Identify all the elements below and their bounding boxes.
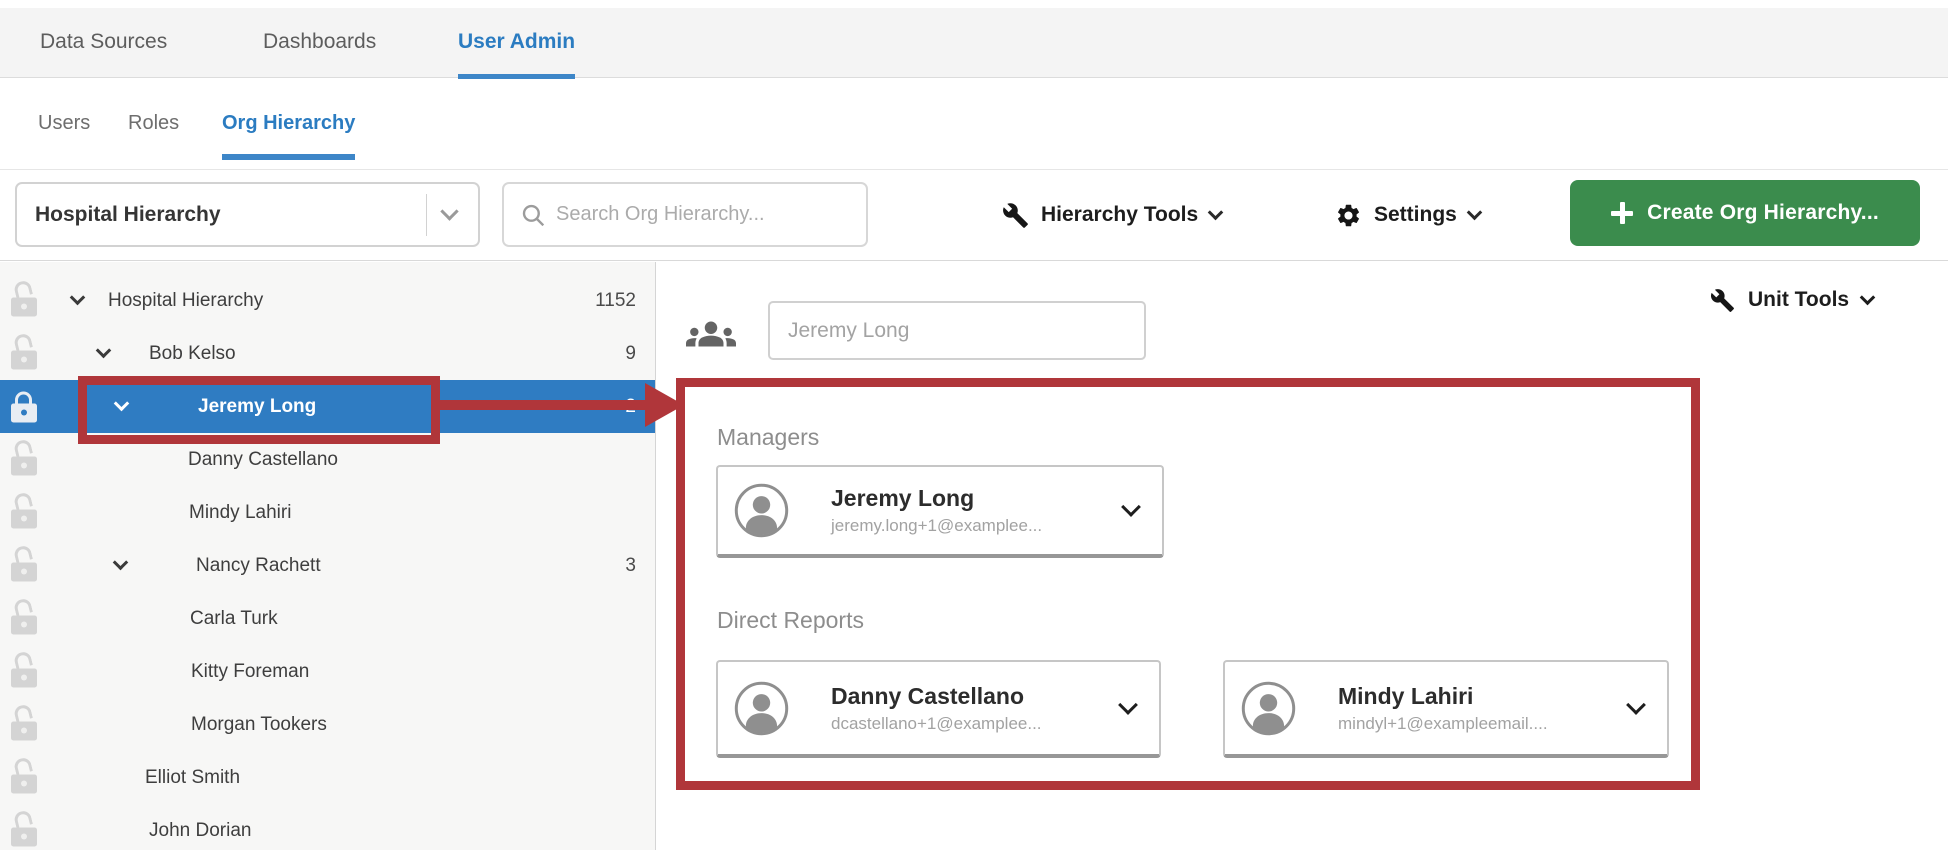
tree-row-label: Morgan Tookers — [191, 714, 327, 736]
lock-icon[interactable] — [11, 285, 38, 316]
person-info: Mindy Lahiri mindyl+1@exampleemail.... — [1338, 683, 1629, 734]
direct-report-card[interactable]: Danny Castellano dcastellano+1@examplee.… — [716, 660, 1161, 758]
tab-org-hierarchy[interactable]: Org Hierarchy — [222, 112, 355, 138]
hierarchy-select-value: Hospital Hierarchy — [35, 203, 426, 227]
tab-user-admin[interactable]: User Admin — [458, 30, 575, 56]
tree-row[interactable]: Kitty Foreman — [0, 645, 655, 698]
org-hierarchy-search — [502, 182, 868, 247]
tree-row-label: Mindy Lahiri — [189, 502, 291, 524]
search-icon — [520, 202, 546, 228]
tree-row-count: 3 — [625, 555, 636, 577]
tab-roles[interactable]: Roles — [128, 112, 179, 138]
lock-icon[interactable] — [11, 550, 38, 581]
lock-icon[interactable] — [11, 444, 38, 475]
hierarchy-select[interactable]: Hospital Hierarchy — [15, 182, 480, 247]
tree-row-count: 2 — [625, 396, 636, 418]
lock-icon[interactable] — [11, 391, 38, 422]
avatar-icon — [734, 681, 789, 736]
plus-icon — [1611, 202, 1633, 224]
tab-users[interactable]: Users — [38, 112, 90, 138]
org-hierarchy-admin-screen: Data Sources Dashboards User Admin Users… — [0, 0, 1948, 850]
lock-icon[interactable] — [11, 497, 38, 528]
tree-row[interactable]: Mindy Lahiri — [0, 486, 655, 539]
tree-row[interactable]: Morgan Tookers — [0, 698, 655, 751]
avatar-icon — [1241, 681, 1296, 736]
chevron-down-icon[interactable] — [113, 554, 129, 570]
tree-row-count: 1152 — [595, 290, 636, 312]
create-org-hierarchy-label: Create Org Hierarchy... — [1647, 201, 1879, 225]
person-email: mindyl+1@exampleemail.... — [1338, 714, 1629, 734]
chevron-down-icon[interactable] — [96, 342, 112, 358]
select-divider — [426, 194, 427, 236]
tree-row[interactable]: Hospital Hierarchy 1152 — [0, 274, 655, 327]
unit-tools-label: Unit Tools — [1748, 288, 1849, 312]
lock-icon[interactable] — [11, 656, 38, 687]
chevron-down-icon[interactable] — [1118, 695, 1138, 715]
search-input[interactable] — [556, 203, 856, 226]
wrench-icon — [1710, 288, 1735, 313]
people-group-icon — [686, 309, 736, 359]
tree-row-label: Hospital Hierarchy — [108, 290, 263, 312]
create-org-hierarchy-button[interactable]: Create Org Hierarchy... — [1570, 180, 1920, 246]
tree-row[interactable]: Elliot Smith — [0, 751, 655, 804]
person-email: dcastellano+1@examplee... — [831, 714, 1121, 734]
avatar-icon — [734, 483, 789, 538]
tree-row[interactable]: Bob Kelso 9 — [0, 327, 655, 380]
tree-row-label: Danny Castellano — [188, 449, 338, 471]
lock-icon[interactable] — [11, 338, 38, 369]
tree-row[interactable]: Carla Turk — [0, 592, 655, 645]
person-name: Danny Castellano — [831, 683, 1121, 710]
gear-icon — [1335, 202, 1362, 229]
person-email: jeremy.long+1@examplee... — [831, 516, 1124, 536]
chevron-down-icon[interactable] — [70, 289, 86, 305]
direct-report-card[interactable]: Mindy Lahiri mindyl+1@exampleemail.... — [1223, 660, 1669, 758]
tree-row-label: Elliot Smith — [145, 767, 240, 789]
app-nav-bar: Data Sources Dashboards User Admin — [0, 8, 1948, 78]
chevron-down-icon[interactable] — [1626, 695, 1646, 715]
chevron-down-icon — [1860, 290, 1876, 306]
tree-row[interactable]: Nancy Rachett 3 — [0, 539, 655, 592]
direct-reports-heading: Direct Reports — [717, 607, 864, 634]
person-name: Mindy Lahiri — [1338, 683, 1629, 710]
tree-row-label: Kitty Foreman — [191, 661, 309, 683]
tree-row[interactable]: Danny Castellano — [0, 433, 655, 486]
tree-row-label: Jeremy Long — [198, 396, 316, 418]
lock-icon[interactable] — [11, 815, 38, 846]
settings-menu[interactable]: Settings — [1335, 198, 1480, 232]
tree-row-label: Carla Turk — [190, 608, 278, 630]
chevron-down-icon[interactable] — [114, 395, 130, 411]
tree-row-label: Nancy Rachett — [196, 555, 321, 577]
person-info: Jeremy Long jeremy.long+1@examplee... — [831, 485, 1124, 536]
chevron-down-icon[interactable] — [1121, 497, 1141, 517]
chevron-down-icon — [1467, 205, 1483, 221]
unit-name-input[interactable] — [768, 301, 1146, 360]
lock-icon[interactable] — [11, 762, 38, 793]
chevron-down-icon — [1208, 205, 1224, 221]
org-hierarchy-toolbar: Hospital Hierarchy Hierarchy Tools Setti… — [0, 170, 1948, 261]
tab-data-sources[interactable]: Data Sources — [40, 30, 167, 56]
person-name: Jeremy Long — [831, 485, 1124, 512]
lock-icon[interactable] — [11, 603, 38, 634]
wrench-icon — [1002, 202, 1029, 229]
unit-tools-menu[interactable]: Unit Tools — [1710, 282, 1873, 318]
manager-card[interactable]: Jeremy Long jeremy.long+1@examplee... — [716, 465, 1164, 558]
chevron-down-icon — [440, 202, 458, 220]
tree-row-selected[interactable]: Jeremy Long 2 — [0, 380, 655, 433]
tree-row-label: Bob Kelso — [149, 343, 236, 365]
tree-row-label: John Dorian — [149, 820, 251, 842]
unit-detail-panel: Unit Tools Managers Jeremy Long jeremy.l… — [657, 262, 1948, 850]
org-tree-panel: Hospital Hierarchy 1152 Bob Kelso 9 Jere… — [0, 262, 656, 850]
lock-icon[interactable] — [11, 709, 38, 740]
tree-row[interactable]: John Dorian — [0, 804, 655, 857]
managers-heading: Managers — [717, 424, 819, 451]
settings-label: Settings — [1374, 203, 1457, 227]
sub-nav-bar: Users Roles Org Hierarchy — [0, 79, 1948, 170]
hierarchy-tools-label: Hierarchy Tools — [1041, 203, 1198, 227]
tab-dashboards[interactable]: Dashboards — [263, 30, 376, 56]
hierarchy-tools-menu[interactable]: Hierarchy Tools — [1002, 198, 1221, 232]
person-info: Danny Castellano dcastellano+1@examplee.… — [831, 683, 1121, 734]
tree-row-count: 9 — [625, 343, 636, 365]
